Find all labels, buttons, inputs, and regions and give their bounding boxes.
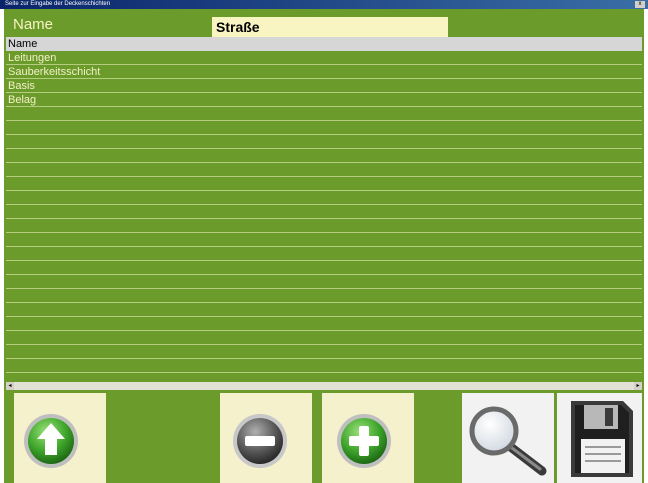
plus-icon bbox=[337, 414, 391, 468]
grid-row[interactable]: Sauberkeitsschicht bbox=[6, 65, 642, 79]
horizontal-scrollbar[interactable]: ◂ ▸ bbox=[6, 382, 642, 390]
name-label: Name bbox=[13, 16, 54, 33]
scroll-left-icon[interactable]: ◂ bbox=[6, 382, 14, 390]
grid-row[interactable]: Leitungen bbox=[6, 51, 642, 65]
magnifier-icon bbox=[469, 406, 547, 476]
grid-column-header-name[interactable]: Name bbox=[6, 37, 642, 51]
name-input[interactable] bbox=[212, 17, 448, 37]
remove-button[interactable] bbox=[220, 393, 312, 483]
window-titlebar: Seite zur Eingabe der Deckenschichten x bbox=[0, 0, 648, 9]
main-panel: Name Name Leitungen Sauberkeitsschicht B… bbox=[4, 9, 644, 483]
scroll-right-icon[interactable]: ▸ bbox=[634, 382, 642, 390]
toolbar bbox=[4, 390, 644, 483]
floppy-disk-icon bbox=[571, 401, 633, 477]
window-close-button[interactable]: x bbox=[635, 1, 645, 8]
save-button[interactable] bbox=[557, 393, 642, 483]
search-button[interactable] bbox=[462, 393, 554, 483]
move-up-button[interactable] bbox=[14, 393, 106, 483]
layer-grid: Name Leitungen Sauberkeitsschicht Basis … bbox=[6, 37, 642, 382]
grid-row[interactable]: Basis bbox=[6, 79, 642, 93]
add-button[interactable] bbox=[322, 393, 414, 483]
grid-rows: Leitungen Sauberkeitsschicht Basis Belag bbox=[6, 51, 642, 107]
arrow-up-icon bbox=[24, 414, 78, 468]
minus-icon bbox=[233, 414, 287, 468]
grid-row[interactable]: Belag bbox=[6, 93, 642, 107]
name-row: Name bbox=[4, 9, 644, 37]
window-title: Seite zur Eingabe der Deckenschichten bbox=[5, 1, 111, 7]
